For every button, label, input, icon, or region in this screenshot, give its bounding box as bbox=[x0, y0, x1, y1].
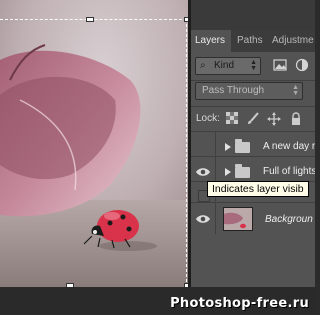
folder-icon bbox=[235, 139, 250, 153]
lock-row: Lock: bbox=[191, 106, 315, 134]
lock-all-icon[interactable] bbox=[289, 112, 303, 126]
filter-kind-label: Kind bbox=[214, 60, 235, 71]
layer-thumbnail bbox=[223, 207, 253, 231]
visibility-toggle[interactable] bbox=[191, 203, 216, 234]
eye-icon bbox=[196, 168, 210, 176]
panel-tabs: Layers Paths Adjustme bbox=[191, 30, 315, 52]
updown-arrows-icon: ▲ ▼ bbox=[292, 84, 299, 97]
blend-mode-label: Pass Through bbox=[202, 85, 265, 96]
watermark: Photoshop-free.ru bbox=[170, 296, 309, 311]
filter-row: ⌕ Kind ▲ ▼ bbox=[191, 52, 315, 80]
document-canvas[interactable] bbox=[0, 0, 188, 287]
eye-icon bbox=[196, 215, 210, 223]
lock-transparent-icon[interactable] bbox=[225, 112, 239, 126]
lock-move-icon[interactable] bbox=[267, 112, 281, 126]
folder-icon bbox=[235, 164, 250, 178]
search-icon: ⌕ bbox=[200, 60, 206, 71]
expand-triangle-icon[interactable] bbox=[225, 168, 231, 176]
tab-adjustments[interactable]: Adjustme bbox=[268, 30, 315, 52]
filter-kind-dropdown[interactable]: ⌕ Kind ▲ ▼ bbox=[195, 57, 261, 75]
tab-layers[interactable]: Layers bbox=[191, 30, 231, 52]
lock-label: Lock: bbox=[196, 113, 220, 124]
layer-name: Full of lights bbox=[263, 166, 315, 177]
selection-marquee bbox=[0, 19, 187, 287]
eye-hidden-icon bbox=[198, 140, 210, 152]
panel-header-bar bbox=[191, 0, 315, 30]
blend-row: Pass Through ▲ ▼ bbox=[191, 77, 315, 105]
adjustment-filter-icon[interactable] bbox=[295, 58, 309, 72]
tab-paths[interactable]: Paths bbox=[233, 30, 267, 52]
layer-name: Backgroun bbox=[265, 214, 313, 225]
lock-brush-icon[interactable] bbox=[246, 112, 260, 126]
blend-mode-dropdown[interactable]: Pass Through ▲ ▼ bbox=[195, 82, 303, 100]
image-filter-icon[interactable] bbox=[273, 58, 287, 72]
visibility-tooltip: Indicates layer visib bbox=[207, 181, 309, 197]
expand-triangle-icon[interactable] bbox=[225, 143, 231, 151]
transform-handle-top[interactable] bbox=[86, 17, 94, 22]
layer-name: A new day r bbox=[263, 141, 315, 152]
updown-arrows-icon: ▲ ▼ bbox=[250, 59, 257, 72]
layers-panel: Layers Paths Adjustme ⌕ Kind ▲ ▼ Pass Thr… bbox=[191, 0, 315, 315]
layer-row-background[interactable]: Backgroun bbox=[191, 202, 315, 234]
